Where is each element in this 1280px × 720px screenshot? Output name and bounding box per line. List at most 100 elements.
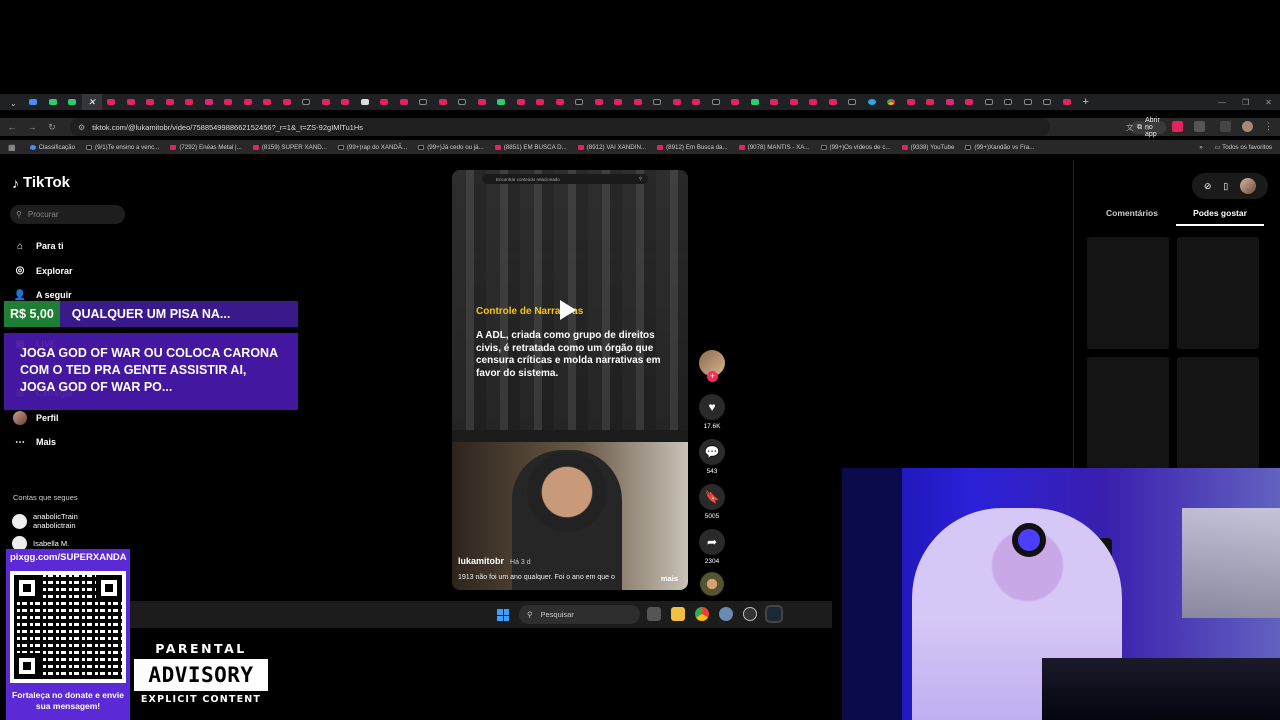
bookmark-item[interactable]: (9/1)Te ensino a venc... (86, 144, 159, 151)
like-button[interactable]: ♥ 17.6K (699, 394, 725, 430)
new-tab-icon[interactable]: + (1083, 96, 1089, 108)
suggestion-card[interactable] (1177, 237, 1259, 349)
menu-kebab-icon[interactable]: ⋮ (1264, 121, 1273, 132)
browser-tab[interactable] (219, 94, 239, 110)
browser-tab[interactable] (316, 94, 336, 110)
site-info-icon[interactable]: ⚙ (78, 123, 85, 132)
more-link[interactable]: mais (661, 574, 678, 583)
url-field[interactable]: ⚙ tiktok.com/@lukamitobr/video/758854998… (70, 117, 1166, 138)
browser-tab[interactable] (414, 94, 434, 110)
browser-tab[interactable] (453, 94, 473, 110)
bookmark-item[interactable]: Classificação (29, 144, 75, 151)
bookmark-item[interactable]: (7292) Enéas Metal |... (170, 144, 242, 151)
bookmark-item[interactable]: (99+)rap do XANDÃ... (337, 144, 407, 151)
browser-tab[interactable] (1038, 94, 1058, 110)
browser-tab[interactable] (960, 94, 980, 110)
all-favorites[interactable]: ▭ Todos os favoritos (1215, 144, 1272, 151)
bookmark-item[interactable]: (99+)Xandão vs Fra... (965, 144, 1034, 151)
browser-tab[interactable] (804, 94, 824, 110)
browser-tab[interactable] (394, 94, 414, 110)
browser-tab[interactable] (882, 94, 902, 110)
obs-icon[interactable] (743, 607, 757, 621)
browser-tab[interactable] (609, 94, 629, 110)
steam-icon[interactable] (765, 605, 783, 623)
browser-tab[interactable] (160, 94, 180, 110)
profile-avatar[interactable] (1240, 178, 1257, 194)
video-player[interactable]: Encontrar conteúdo relacionado ⚲ Control… (452, 170, 688, 590)
settings-icon[interactable] (719, 607, 733, 621)
browser-tab[interactable] (472, 94, 492, 110)
browser-tab[interactable] (238, 94, 258, 110)
browser-tab[interactable] (862, 94, 882, 110)
sidebar-item-explorar[interactable]: ◎ Explorar (13, 259, 74, 284)
extensions-icon[interactable] (1220, 121, 1231, 132)
browser-tab[interactable] (43, 94, 63, 110)
browser-tab[interactable] (492, 94, 512, 110)
browser-tab[interactable] (199, 94, 219, 110)
browser-tab[interactable] (706, 94, 726, 110)
music-disc-icon[interactable] (700, 572, 724, 596)
browser-tab[interactable] (1018, 94, 1038, 110)
tab-comments[interactable]: Comentários (1088, 208, 1176, 226)
browser-tab[interactable] (141, 94, 161, 110)
browser-tab[interactable] (550, 94, 570, 110)
bookmark-item[interactable]: (9338) YouTube (901, 144, 954, 151)
follow-plus-icon[interactable]: + (707, 371, 718, 382)
bookmark-item[interactable]: (99+)Os vídeos de c... (820, 144, 891, 151)
search-input[interactable]: ⚲ Procurar (10, 205, 125, 224)
browser-tab[interactable] (180, 94, 200, 110)
browser-tab[interactable]: ✕ (82, 94, 102, 110)
browser-tab[interactable] (628, 94, 648, 110)
browser-tab[interactable] (901, 94, 921, 110)
browser-tab[interactable] (297, 94, 317, 110)
apps-grid-icon[interactable]: ▦ (8, 143, 16, 152)
browser-tab[interactable] (1057, 94, 1077, 110)
profile-avatar-icon[interactable] (1242, 121, 1253, 132)
browser-tab[interactable] (355, 94, 375, 110)
author-avatar[interactable]: + (699, 350, 725, 382)
browser-tab[interactable] (745, 94, 765, 110)
browser-tab[interactable] (121, 94, 141, 110)
bookmark-item[interactable]: (99+)Já cedo ou já... (418, 144, 484, 151)
video-author[interactable]: lukamitobr Há 3 d (458, 556, 531, 566)
share-button[interactable]: ➦ 2304 (699, 529, 725, 565)
minimize-icon[interactable]: — (1218, 98, 1226, 107)
browser-tab[interactable] (648, 94, 668, 110)
play-icon[interactable] (560, 300, 576, 320)
back-icon[interactable]: ← (2, 122, 22, 132)
taskbar-search[interactable]: ⚲ Pesquisar (519, 605, 640, 624)
browser-tab[interactable] (921, 94, 941, 110)
browser-tab[interactable] (589, 94, 609, 110)
related-search-bar[interactable]: Encontrar conteúdo relacionado ⚲ (482, 174, 648, 184)
followed-account[interactable]: anabolicTrain anabolictrain (12, 510, 78, 532)
browser-tab[interactable] (570, 94, 590, 110)
star-icon[interactable]: ☆ (1144, 123, 1151, 132)
forward-icon[interactable]: → (22, 122, 42, 132)
bookmark-item[interactable]: (8912) Em Busca da... (657, 144, 728, 151)
browser-tab[interactable] (433, 94, 453, 110)
browser-tab[interactable] (667, 94, 687, 110)
browser-tab[interactable] (784, 94, 804, 110)
close-window-icon[interactable]: ✕ (1265, 98, 1272, 107)
tiktok-logo[interactable]: ♪ TikTok (12, 174, 70, 191)
sidebar-item-mais[interactable]: ⋯ Mais (13, 430, 74, 455)
browser-tab[interactable] (999, 94, 1019, 110)
windows-start-icon[interactable] (497, 609, 509, 621)
bookmark-item[interactable]: (9078) MANTIS - XA... (738, 144, 810, 151)
browser-tab[interactable] (336, 94, 356, 110)
file-explorer-icon[interactable] (671, 607, 685, 621)
browser-tab[interactable] (277, 94, 297, 110)
browser-tab[interactable] (979, 94, 999, 110)
browser-tab[interactable] (511, 94, 531, 110)
tab-list-icon[interactable]: ⌄ (4, 94, 24, 110)
extension-icon[interactable] (1172, 121, 1183, 132)
bookmark-item[interactable]: (8851) EM BUSCA D... (494, 144, 567, 151)
browser-tab[interactable] (765, 94, 785, 110)
browser-tab[interactable] (102, 94, 122, 110)
maximize-icon[interactable]: ❐ (1242, 98, 1249, 107)
browser-tab[interactable] (940, 94, 960, 110)
suggestion-card[interactable] (1177, 357, 1259, 469)
browser-tab[interactable] (843, 94, 863, 110)
browser-tab[interactable] (24, 94, 44, 110)
browser-tab[interactable] (258, 94, 278, 110)
